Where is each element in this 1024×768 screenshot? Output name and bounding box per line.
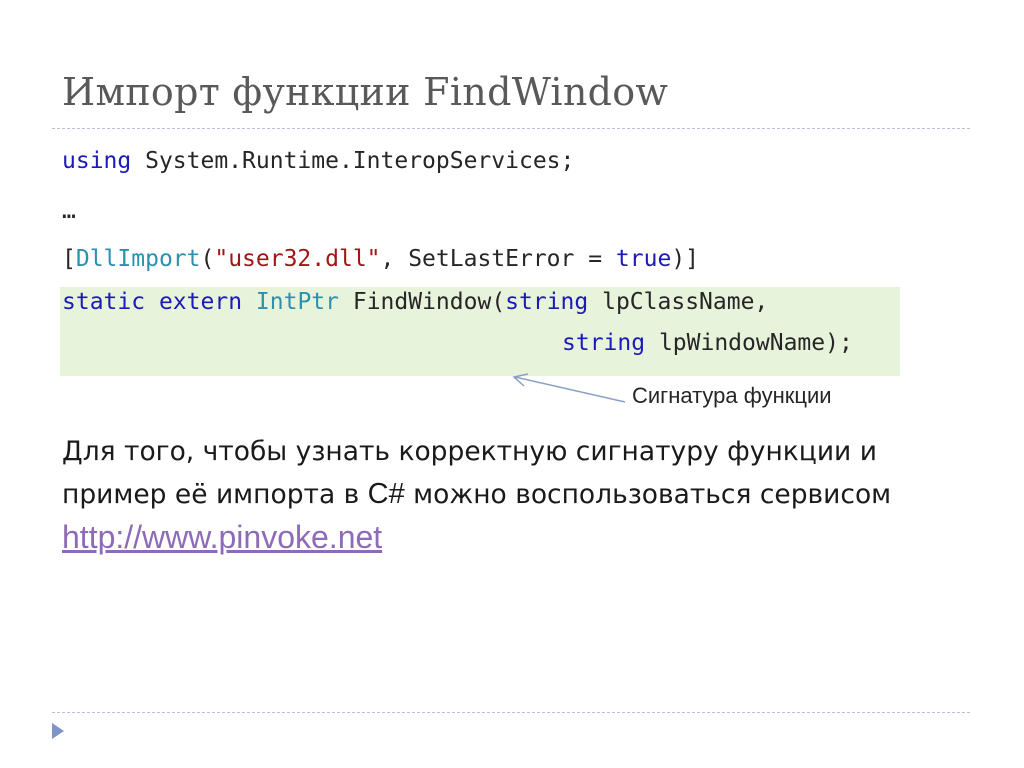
paragraph-text: можно воспользоваться сервисом bbox=[404, 479, 892, 510]
description-paragraph: Для того, чтобы узнать корректную сигнат… bbox=[62, 430, 972, 561]
arrow-icon bbox=[512, 373, 626, 403]
bullet-triangle-icon bbox=[52, 723, 64, 739]
language-name: C# bbox=[367, 478, 405, 510]
signature-annotation: Сигнатура функции bbox=[632, 383, 832, 408]
bottom-divider bbox=[52, 712, 970, 713]
pinvoke-link[interactable]: http://www.pinvoke.net bbox=[62, 519, 382, 555]
